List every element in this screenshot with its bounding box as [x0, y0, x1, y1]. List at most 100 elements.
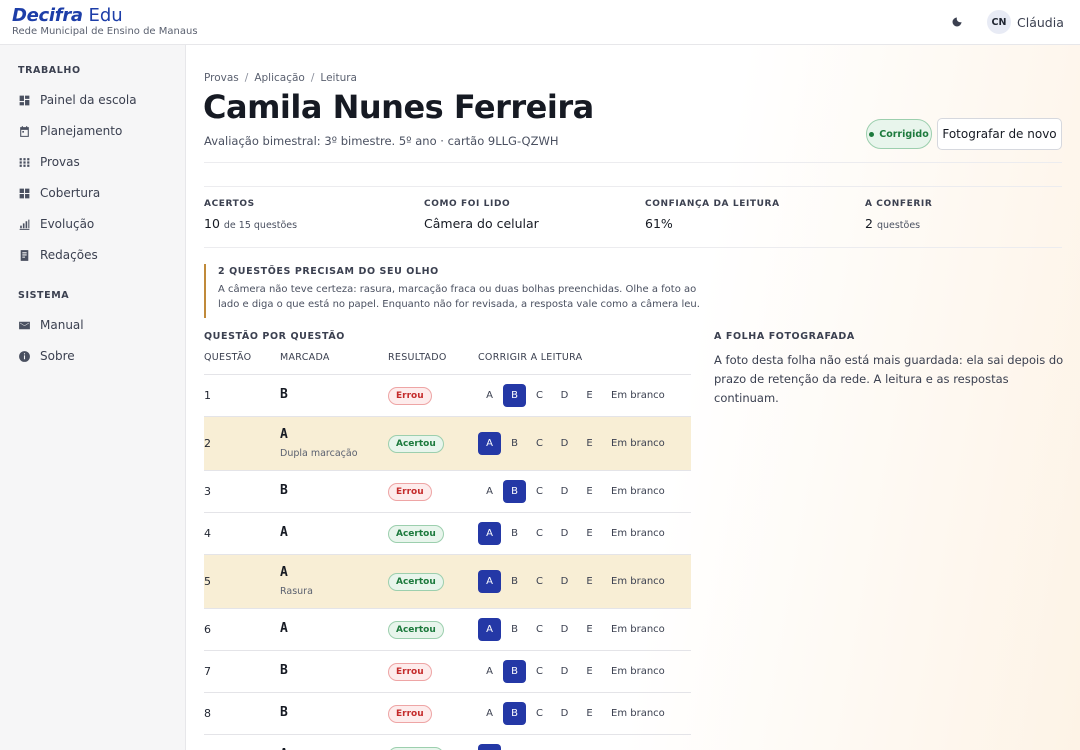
status-dot-icon [869, 131, 875, 137]
main-content: Provas / Aplicação / Leitura Camila Nune… [187, 45, 1080, 750]
option-d-button[interactable]: D [553, 618, 576, 641]
option-d-button[interactable]: D [553, 522, 576, 545]
blank-option-button[interactable]: Em branco [611, 528, 665, 539]
option-c-button[interactable]: C [528, 570, 551, 593]
correction-options: ABCDE Em branco [478, 384, 665, 407]
blank-option-button[interactable]: Em branco [611, 624, 665, 635]
breadcrumb-separator: / [310, 72, 315, 84]
sidebar-item-evolucao[interactable]: Evolução [18, 217, 94, 231]
option-a-button[interactable]: A [478, 744, 501, 750]
dark-mode-toggle[interactable] [948, 13, 966, 31]
option-d-button[interactable]: D [553, 744, 576, 750]
option-e-button[interactable]: E [578, 432, 601, 455]
blank-option-button[interactable]: Em branco [611, 438, 665, 449]
question-number: 8 [204, 707, 211, 720]
question-table: 1 B Errou A B C D E Em branco 2 A Dupla marcação Ace… [204, 374, 691, 750]
marked-answer: B [280, 663, 288, 678]
option-a-button[interactable]: A [478, 660, 501, 683]
option-b-button[interactable]: B [503, 744, 526, 750]
sidebar-item-label: Sobre [40, 349, 75, 363]
option-d-button[interactable]: D [553, 660, 576, 683]
option-d-button[interactable]: D [553, 432, 576, 455]
option-b-button[interactable]: B [503, 522, 526, 545]
result-badge: Errou [388, 483, 432, 501]
option-c-button[interactable]: C [528, 480, 551, 503]
breadcrumb-aplicacao[interactable]: Aplicação [254, 72, 305, 84]
option-e-button[interactable]: E [578, 744, 601, 750]
table-row: 9AAcertouABCDEEm branco [204, 734, 691, 750]
option-a-button[interactable]: A [478, 384, 501, 407]
sidebar-item-sobre[interactable]: Sobre [18, 349, 75, 363]
option-a-button[interactable]: A [478, 432, 501, 455]
stat-number: 2 [865, 216, 873, 231]
table-row: 3 B Errou A B C D E Em branco [204, 470, 691, 512]
sidebar: TRABALHO Painel da escola Planejamento P… [0, 45, 186, 750]
option-a-button[interactable]: A [478, 570, 501, 593]
option-e-button[interactable]: E [578, 618, 601, 641]
option-b-button[interactable]: B [503, 384, 526, 407]
sidebar-item-redacoes[interactable]: Redações [18, 248, 98, 262]
option-e-button[interactable]: E [578, 702, 601, 725]
option-d-button[interactable]: D [553, 702, 576, 725]
table-row: 7 B Errou A B C D E Em branco [204, 650, 691, 692]
blank-option-button[interactable]: Em branco [611, 666, 665, 677]
option-b-button[interactable]: B [503, 480, 526, 503]
blank-option-button[interactable]: Em branco [611, 390, 665, 401]
option-b-button[interactable]: B [503, 660, 526, 683]
breadcrumb-leitura[interactable]: Leitura [320, 72, 357, 84]
table-row: 6 A Acertou A B C D E Em branco [204, 608, 691, 650]
option-c-button[interactable]: C [528, 618, 551, 641]
result-badge: Errou [388, 663, 432, 681]
stat-value: 2 questões [865, 216, 932, 231]
column-header-resultado: RESULTADO [388, 352, 447, 363]
sidebar-item-cobertura[interactable]: Cobertura [18, 186, 100, 200]
question-number: 4 [204, 527, 211, 540]
brand[interactable]: Decifra Edu Rede Municipal de Ensino de … [12, 6, 198, 38]
option-e-button[interactable]: E [578, 570, 601, 593]
result-badge: Acertou [388, 573, 444, 591]
option-d-button[interactable]: D [553, 570, 576, 593]
user-menu[interactable]: CN Cláudia [987, 10, 1064, 34]
table-row: 8 B Errou A B C D E Em branco [204, 692, 691, 734]
table-row: 1 B Errou A B C D E Em branco [204, 374, 691, 416]
option-d-button[interactable]: D [553, 480, 576, 503]
option-e-button[interactable]: E [578, 522, 601, 545]
photograph-again-button[interactable]: Fotografar de novo [937, 118, 1062, 150]
option-b-button[interactable]: B [503, 432, 526, 455]
option-c-button[interactable]: C [528, 432, 551, 455]
option-e-button[interactable]: E [578, 660, 601, 683]
sidebar-item-provas[interactable]: Provas [18, 155, 80, 169]
option-a-button[interactable]: A [478, 522, 501, 545]
sidebar-item-manual[interactable]: Manual [18, 318, 84, 332]
calendar-icon [20, 125, 29, 137]
user-name: Cláudia [1017, 14, 1064, 30]
mail-icon [19, 321, 30, 329]
option-e-button[interactable]: E [578, 384, 601, 407]
option-d-button[interactable]: D [553, 384, 576, 407]
option-c-button[interactable]: C [528, 744, 551, 750]
blank-option-button[interactable]: Em branco [611, 708, 665, 719]
breadcrumb: Provas / Aplicação / Leitura [204, 72, 357, 84]
sidebar-item-painel[interactable]: Painel da escola [18, 93, 137, 107]
breadcrumb-provas[interactable]: Provas [204, 72, 239, 84]
option-c-button[interactable]: C [528, 522, 551, 545]
option-c-button[interactable]: C [528, 702, 551, 725]
marked-answer: B [280, 387, 288, 402]
option-e-button[interactable]: E [578, 480, 601, 503]
option-c-button[interactable]: C [528, 384, 551, 407]
blank-option-button[interactable]: Em branco [611, 576, 665, 587]
option-b-button[interactable]: B [503, 570, 526, 593]
blank-option-button[interactable]: Em branco [611, 486, 665, 497]
option-a-button[interactable]: A [478, 702, 501, 725]
sidebar-item-label: Cobertura [40, 186, 101, 200]
option-a-button[interactable]: A [478, 480, 501, 503]
option-b-button[interactable]: B [503, 618, 526, 641]
sidebar-item-planejamento[interactable]: Planejamento [18, 124, 122, 138]
marked-answer: B [280, 483, 288, 498]
option-a-button[interactable]: A [478, 618, 501, 641]
option-b-button[interactable]: B [503, 702, 526, 725]
sidebar-section-work: TRABALHO [18, 65, 81, 76]
option-c-button[interactable]: C [528, 660, 551, 683]
column-header-questao: QUESTÃO [204, 352, 252, 363]
review-alert: 2 QUESTÕES PRECISAM DO SEU OLHO A câmera… [204, 264, 714, 318]
